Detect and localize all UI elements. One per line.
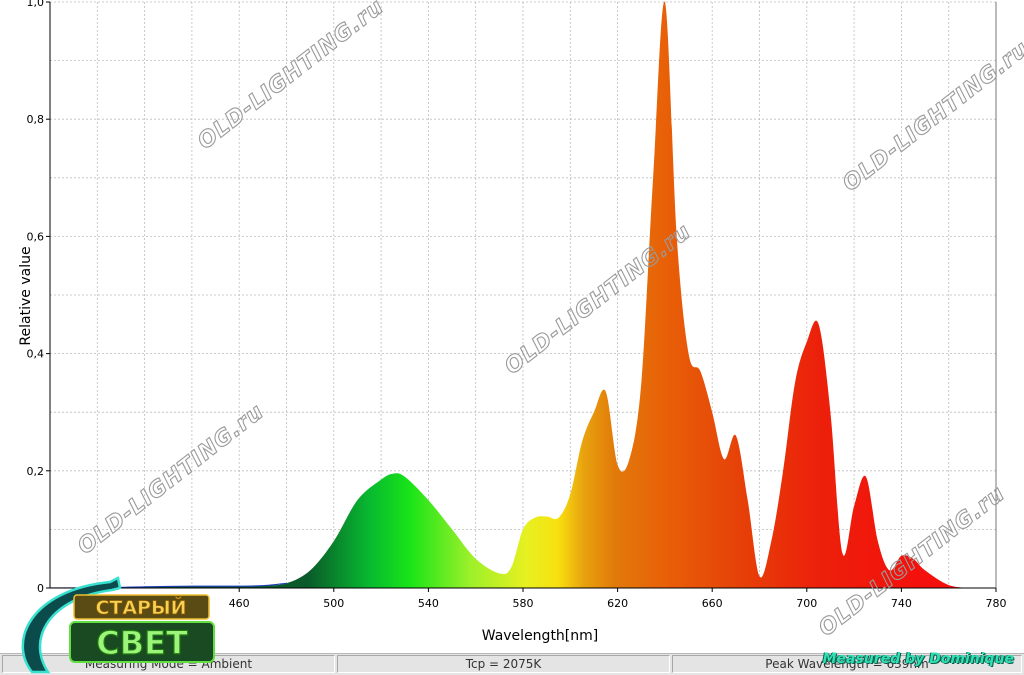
y-tick-label: 1,0: [27, 0, 45, 9]
watermark-1: OLD-LIGHTING.ru: [193, 0, 389, 155]
y-tick-label: 0,4: [27, 348, 45, 361]
y-tick-label: 0,2: [27, 465, 45, 478]
logo-line1: СТАРЫЙ: [95, 596, 186, 619]
x-tick-label: 620: [607, 597, 628, 610]
y-axis-title: Relative value: [18, 246, 34, 345]
x-axis-title: Wavelength[nm]: [482, 628, 598, 644]
credit-text: Measured by Dominique: [822, 651, 1014, 667]
x-tick-label: 460: [229, 597, 250, 610]
x-tick-label: 500: [323, 597, 344, 610]
logo-line2: СВЕТ: [96, 624, 188, 662]
x-tick-label: 780: [986, 597, 1007, 610]
x-tick-label: 580: [513, 597, 534, 610]
staryi-svet-logo: СТАРЫЙ СВЕТ: [21, 576, 215, 674]
status-tcp: Tcp = 2075K: [337, 655, 670, 673]
y-tick-label: 0,8: [27, 113, 45, 126]
x-tick-label: 700: [796, 597, 817, 610]
y-tick-label: 0,6: [27, 230, 45, 243]
x-tick-label: 660: [702, 597, 723, 610]
x-tick-label: 540: [418, 597, 439, 610]
x-tick-label: 740: [891, 597, 912, 610]
grid-lines: [49, 1, 997, 588]
